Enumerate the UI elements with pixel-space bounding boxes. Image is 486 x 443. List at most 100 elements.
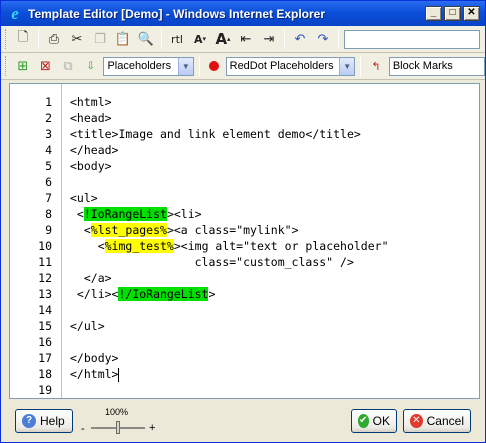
title-bar[interactable]: e Template Editor [Demo] - Windows Inter…: [1, 1, 485, 26]
placeholder-token: !/IoRangeList: [118, 287, 209, 301]
close-button[interactable]: ✕: [463, 6, 480, 21]
code-text[interactable]: </li><!/IoRangeList>: [60, 286, 215, 302]
block-marks-select[interactable]: Block Marks: [388, 56, 486, 76]
code-text[interactable]: class="custom_class" />: [60, 254, 354, 270]
insert-block-icon[interactable]: ⊞: [13, 56, 33, 76]
outdent-icon[interactable]: ⇤: [236, 29, 256, 49]
code-text[interactable]: [60, 382, 70, 398]
code-text[interactable]: <%lst_pages%><a class="mylink">: [60, 222, 299, 238]
toolbar-grip[interactable]: [5, 29, 8, 49]
code-text[interactable]: </ul>: [60, 318, 105, 334]
copy-icon[interactable]: ❐: [90, 29, 110, 49]
new-document-icon[interactable]: 🗋: [13, 29, 33, 49]
code-segment: <: [70, 239, 105, 253]
code-line[interactable]: 15 </ul>: [10, 318, 479, 334]
code-line[interactable]: 2 <head>: [10, 110, 479, 126]
code-line[interactable]: 5 <body>: [10, 158, 479, 174]
code-line[interactable]: 12 </a>: [10, 270, 479, 286]
code-segment: </html>: [70, 367, 119, 381]
cancel-button[interactable]: ✕ Cancel: [403, 409, 471, 433]
code-text[interactable]: [60, 302, 70, 318]
code-line[interactable]: 14: [10, 302, 479, 318]
indent-icon[interactable]: ⇥: [259, 29, 279, 49]
find-replace-icon[interactable]: 🔍: [136, 29, 156, 49]
help-button[interactable]: ? Help: [15, 409, 73, 433]
zoom-slider[interactable]: 100% - +: [79, 405, 159, 439]
reddot-select-value: RedDot Placeholders: [229, 60, 334, 72]
code-segment: class="custom_class" />: [70, 255, 354, 269]
code-text[interactable]: [60, 334, 70, 350]
code-editor[interactable]: 1 <html> 2 <head> 3 <title>Image and link ele…: [9, 83, 480, 399]
internet-explorer-icon: e: [11, 3, 19, 23]
line-number: 19: [38, 383, 52, 397]
search-input[interactable]: [344, 29, 480, 49]
code-text[interactable]: <body>: [60, 158, 112, 174]
code-text[interactable]: <html>: [60, 94, 112, 110]
code-line[interactable]: 13 </li><!/IoRangeList>: [10, 286, 479, 302]
toolbar-grip[interactable]: [5, 56, 8, 76]
help-icon: ?: [22, 414, 36, 428]
placeholder-token: %img_test%: [104, 239, 174, 253]
code-segment: <body>: [70, 159, 112, 173]
code-line[interactable]: 9 <%lst_pages%><a class="mylink">: [10, 222, 479, 238]
ok-button[interactable]: ✔ OK: [351, 409, 397, 433]
paste-icon[interactable]: 📋: [113, 29, 133, 49]
placeholders-select[interactable]: Placeholders ▼: [103, 56, 194, 76]
zoom-thumb[interactable]: [116, 421, 120, 434]
code-segment: ><img alt="text or placeholder": [173, 239, 389, 253]
code-text[interactable]: <%img_test%><img alt="text or placeholde…: [60, 238, 389, 254]
reddot-placeholders-select[interactable]: RedDot Placeholders ▼: [225, 56, 356, 76]
code-text[interactable]: </head>: [60, 142, 118, 158]
font-size-decrease-icon[interactable]: A ▾: [190, 29, 210, 49]
code-text[interactable]: <ul>: [60, 190, 98, 206]
chevron-down-icon[interactable]: ▼: [177, 57, 193, 75]
redo-icon[interactable]: ↷: [313, 29, 333, 49]
code-text[interactable]: <!IoRangeList><li>: [60, 206, 202, 222]
code-line[interactable]: 7 <ul>: [10, 190, 479, 206]
code-text[interactable]: <head>: [60, 110, 112, 126]
code-line[interactable]: 8 <!IoRangeList><li>: [10, 206, 479, 222]
toolbar-separator: [338, 29, 339, 49]
code-line[interactable]: 10 <%img_test%><img alt="text or placeho…: [10, 238, 479, 254]
placeholder-insert-icon[interactable]: ⇩: [81, 56, 101, 76]
line-number: 16: [38, 335, 52, 349]
code-lines[interactable]: 1 <html> 2 <head> 3 <title>Image and link ele…: [10, 94, 479, 398]
cancel-label: Cancel: [426, 414, 464, 428]
code-text[interactable]: </body>: [60, 350, 118, 366]
code-segment: </body>: [70, 351, 119, 365]
code-line[interactable]: 1 <html>: [10, 94, 479, 110]
code-segment: <: [70, 207, 84, 221]
maximize-button[interactable]: □: [444, 6, 461, 21]
text-caret: [118, 367, 120, 382]
code-line[interactable]: 4 </head>: [10, 142, 479, 158]
placeholder-toolbar: ⊞ ⊠ ⧉ ⇩ Placeholders ▼ RedDot Placeholde…: [1, 53, 486, 80]
code-text[interactable]: </a>: [60, 270, 112, 286]
code-text[interactable]: </html>: [60, 366, 120, 382]
cut-icon[interactable]: ✂: [67, 29, 87, 49]
code-line[interactable]: 3 <title>Image and link element demo</tit…: [10, 126, 479, 142]
code-segment: </li><: [70, 287, 119, 301]
zoom-track[interactable]: [91, 421, 145, 434]
minimize-button[interactable]: _: [425, 6, 442, 21]
code-line[interactable]: 16: [10, 334, 479, 350]
code-text[interactable]: [60, 174, 70, 190]
code-line[interactable]: 19: [10, 382, 479, 398]
print-icon[interactable]: ⎙: [44, 29, 64, 49]
code-segment: <html>: [70, 95, 112, 109]
code-line[interactable]: 11 class="custom_class" />: [10, 254, 479, 270]
remove-block-icon[interactable]: ⊠: [36, 56, 56, 76]
block-marks-icon[interactable]: ↰: [366, 56, 386, 76]
undo-icon[interactable]: ↶: [290, 29, 310, 49]
code-line[interactable]: 6: [10, 174, 479, 190]
code-line[interactable]: 18 </html>: [10, 366, 479, 382]
block-properties-icon[interactable]: ⧉: [58, 56, 78, 76]
code-line[interactable]: 17 </body>: [10, 350, 479, 366]
ok-label: OK: [372, 414, 390, 428]
font-size-increase-icon[interactable]: A ▴: [213, 29, 233, 49]
line-number: 7: [45, 191, 52, 205]
chevron-down-icon[interactable]: ▼: [339, 57, 355, 75]
rtl-icon[interactable]: rtl: [167, 29, 187, 49]
zoom-value: 100%: [105, 407, 129, 417]
code-text[interactable]: <title>Image and link element demo</titl…: [60, 126, 361, 142]
code-segment: <: [70, 223, 91, 237]
